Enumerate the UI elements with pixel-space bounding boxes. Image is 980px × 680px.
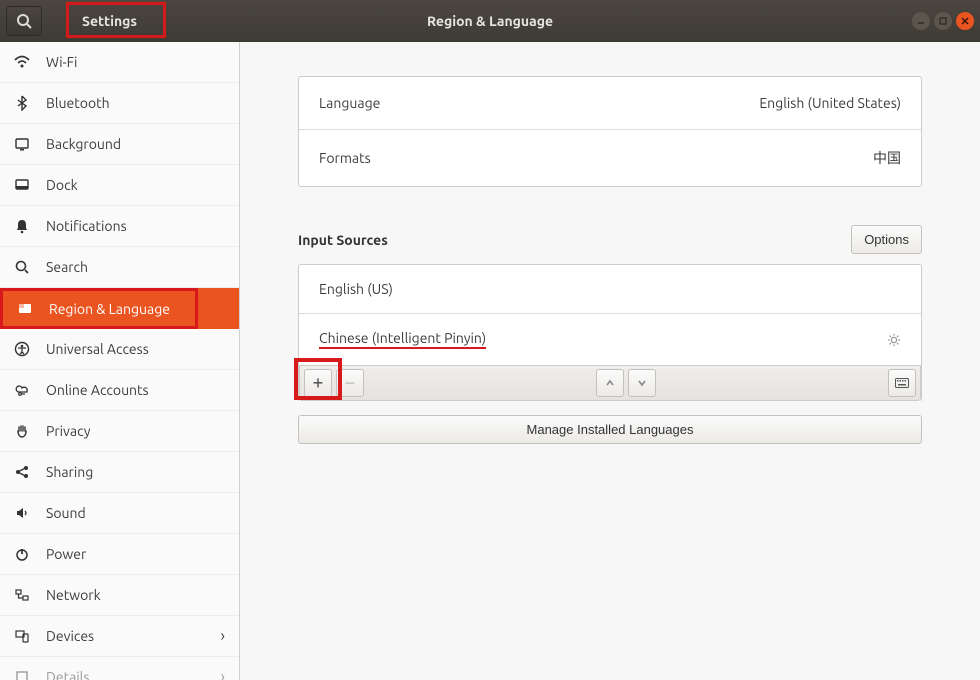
sidebar-item-sound[interactable]: Sound — [0, 493, 239, 534]
sidebar-item-label: Details — [46, 669, 89, 680]
maximize-button[interactable] — [934, 12, 952, 30]
flag-icon — [17, 301, 35, 317]
region-card: Language English (United States) Formats… — [298, 76, 922, 187]
bluetooth-icon — [14, 95, 32, 111]
sidebar-item-wifi[interactable]: Wi-Fi — [0, 42, 239, 83]
sidebar-item-dock[interactable]: Dock — [0, 165, 239, 206]
sidebar-item-network[interactable]: Network — [0, 575, 239, 616]
dock-icon — [14, 177, 32, 193]
titlebar: Settings Region & Language — [0, 0, 980, 42]
formats-value: 中国 — [873, 148, 901, 168]
sidebar-item-label: Bluetooth — [46, 95, 110, 111]
remove-input-button[interactable]: − — [336, 369, 364, 397]
sidebar-item-details[interactable]: Details › — [0, 657, 239, 680]
sidebar: Wi-Fi Bluetooth Background Dock Notifica… — [0, 42, 240, 680]
chevron-right-icon: › — [221, 668, 226, 680]
bell-icon — [14, 218, 32, 234]
sidebar-item-label: Sharing — [46, 464, 93, 480]
sidebar-item-notifications[interactable]: Notifications — [0, 206, 239, 247]
sidebar-item-label: Region & Language — [49, 301, 170, 317]
sidebar-item-label: Network — [46, 587, 101, 603]
speaker-icon — [14, 505, 32, 521]
window-controls — [912, 12, 974, 30]
minimize-button[interactable] — [912, 12, 930, 30]
input-source-toolbar: + − — [299, 365, 921, 401]
sidebar-item-label: Notifications — [46, 218, 127, 234]
add-input-button[interactable]: + — [304, 369, 332, 397]
sidebar-item-label: Devices — [46, 628, 94, 644]
sidebar-item-label: Search — [46, 259, 88, 275]
language-label: Language — [319, 95, 380, 111]
manage-languages-button[interactable]: Manage Installed Languages — [298, 415, 922, 444]
sidebar-item-online-accounts[interactable]: Online Accounts — [0, 370, 239, 411]
content-area: Language English (United States) Formats… — [240, 42, 980, 680]
sidebar-item-label: Privacy — [46, 423, 90, 439]
formats-label: Formats — [319, 150, 371, 166]
sidebar-item-background[interactable]: Background — [0, 124, 239, 165]
input-source-row[interactable]: English (US) — [299, 265, 921, 313]
sidebar-item-search[interactable]: Search — [0, 247, 239, 288]
options-button[interactable]: Options — [851, 225, 922, 254]
sidebar-item-label: Universal Access — [46, 341, 149, 357]
language-row[interactable]: Language English (United States) — [299, 77, 921, 129]
details-icon — [14, 669, 32, 680]
wifi-icon — [14, 54, 32, 70]
input-sources-list: English (US) Chinese (Intelligent Pinyin… — [298, 264, 922, 401]
input-source-label: English (US) — [319, 281, 393, 297]
formats-row[interactable]: Formats 中国 — [299, 129, 921, 186]
sidebar-item-label: Sound — [46, 505, 86, 521]
cloud-key-icon — [14, 382, 32, 398]
power-icon — [14, 546, 32, 562]
search-button[interactable] — [6, 6, 42, 36]
close-button[interactable] — [956, 12, 974, 30]
share-icon — [14, 464, 32, 480]
sidebar-item-label: Dock — [46, 177, 78, 193]
window-title: Region & Language — [427, 13, 553, 29]
sidebar-item-label: Online Accounts — [46, 382, 149, 398]
input-source-row[interactable]: Chinese (Intelligent Pinyin) — [299, 313, 921, 365]
input-source-label: Chinese (Intelligent Pinyin) — [319, 330, 486, 349]
chevron-right-icon: › — [221, 627, 226, 645]
input-sources-title: Input Sources — [298, 232, 388, 248]
sidebar-item-privacy[interactable]: Privacy — [0, 411, 239, 452]
sidebar-item-label: Background — [46, 136, 121, 152]
input-sources-header: Input Sources Options — [298, 225, 922, 254]
devices-icon — [14, 628, 32, 644]
network-icon — [14, 587, 32, 603]
background-icon — [14, 136, 32, 152]
sidebar-item-universal-access[interactable]: Universal Access — [0, 329, 239, 370]
sidebar-item-region-language[interactable]: Region & Language — [0, 288, 198, 329]
keyboard-layout-button[interactable] — [888, 369, 916, 397]
sidebar-item-devices[interactable]: Devices › — [0, 616, 239, 657]
accessibility-icon — [14, 341, 32, 357]
move-up-button[interactable] — [596, 369, 624, 397]
move-down-button[interactable] — [628, 369, 656, 397]
gear-icon[interactable] — [887, 333, 901, 347]
hand-icon — [14, 423, 32, 439]
sidebar-item-label: Power — [46, 546, 86, 562]
language-value: English (United States) — [759, 95, 901, 111]
sidebar-item-power[interactable]: Power — [0, 534, 239, 575]
sidebar-item-bluetooth[interactable]: Bluetooth — [0, 83, 239, 124]
sidebar-item-sharing[interactable]: Sharing — [0, 452, 239, 493]
search-icon — [14, 259, 32, 275]
app-name: Settings — [82, 13, 137, 29]
sidebar-item-label: Wi-Fi — [46, 54, 77, 70]
